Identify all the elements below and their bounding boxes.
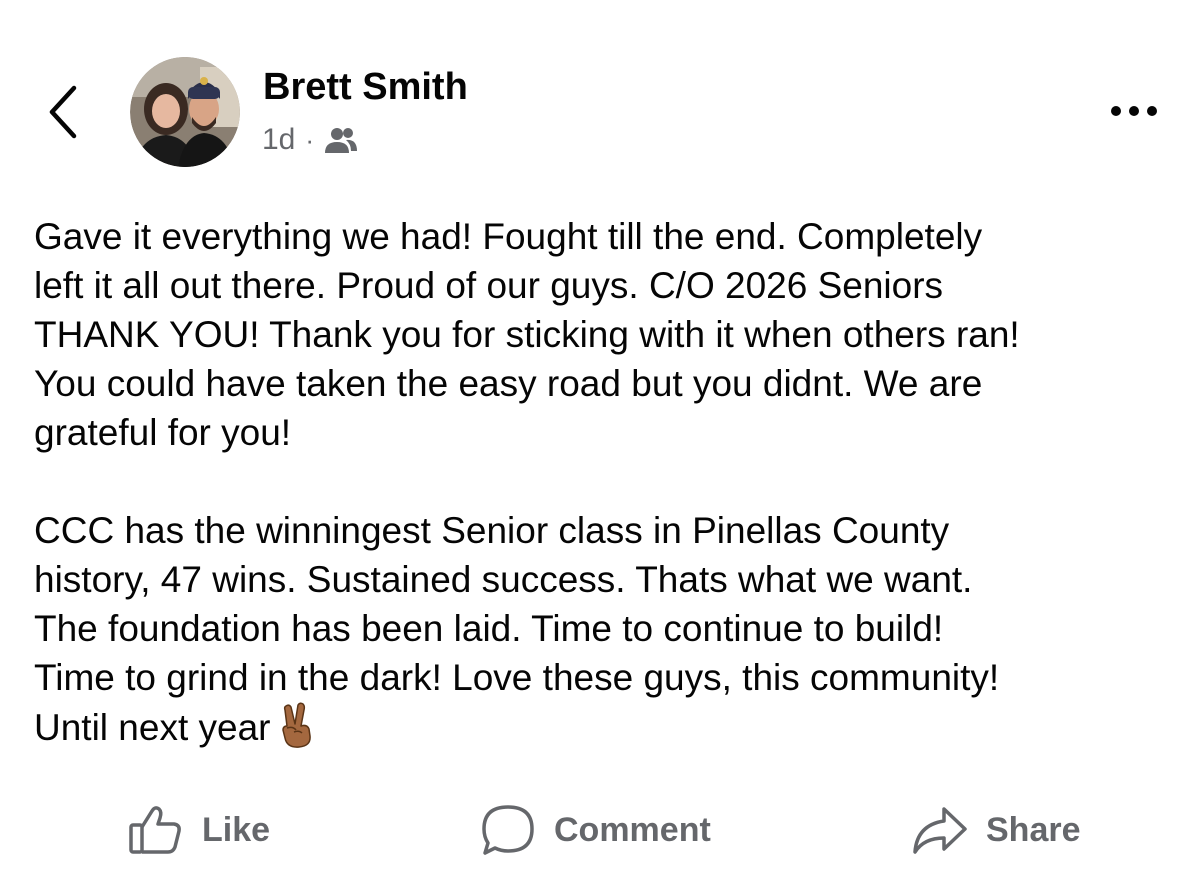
friends-icon[interactable]	[324, 125, 358, 155]
like-label: Like	[202, 810, 271, 849]
more-horizontal-icon	[1111, 106, 1157, 116]
meta-separator: ·	[305, 124, 315, 155]
like-button[interactable]: Like	[128, 800, 270, 860]
chevron-left-icon	[49, 85, 77, 139]
post-paragraph-1: Gave it everything we had! Fought till t…	[34, 216, 1020, 453]
share-label: Share	[986, 810, 1081, 849]
comment-button[interactable]: Comment	[480, 800, 711, 860]
author-name[interactable]: Brett Smith	[263, 66, 468, 109]
post-paragraph-2-text: CCC has the winningest Senior class in P…	[34, 510, 1000, 748]
comment-icon	[482, 805, 534, 855]
comment-label: Comment	[554, 810, 711, 849]
share-arrow-icon	[913, 807, 967, 854]
share-button[interactable]: Share	[912, 800, 1081, 860]
back-button[interactable]	[40, 80, 90, 144]
post-meta: 1d ·	[262, 120, 358, 160]
thumbs-up-icon	[129, 806, 181, 854]
more-options-button[interactable]	[1104, 96, 1164, 126]
profile-photo	[130, 57, 240, 167]
post-timestamp[interactable]: 1d	[262, 123, 295, 157]
avatar[interactable]	[130, 57, 240, 167]
post-actions: Like Comment Share	[0, 800, 1200, 860]
post-text: Gave it everything we had! Fought till t…	[34, 212, 1184, 752]
victory-hand-emoji-icon	[277, 702, 317, 748]
post-paragraph-2: CCC has the winningest Senior class in P…	[34, 506, 1184, 752]
